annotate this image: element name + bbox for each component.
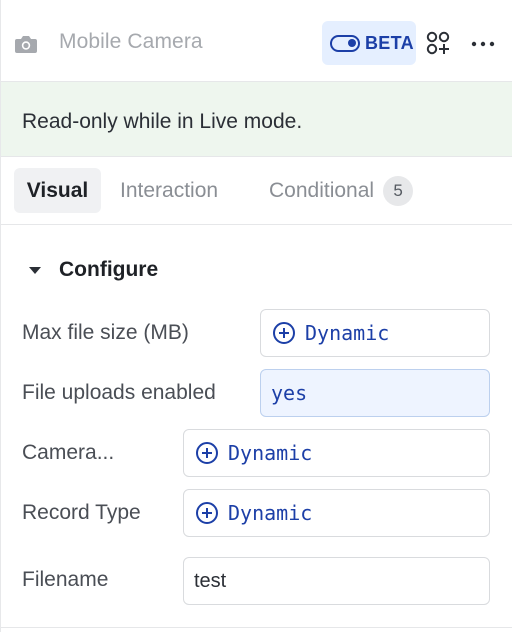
configure-section-toggle[interactable]: Configure: [29, 258, 158, 282]
tab-conditional[interactable]: Conditional 5: [269, 168, 414, 213]
count-badge: 5: [383, 175, 414, 206]
more-horizontal-icon[interactable]: [471, 41, 495, 47]
panel-header: Mobile Camera BETA: [1, 0, 512, 82]
component-title: Mobile Camera: [59, 30, 203, 53]
field-label-max-file-size: Max file size (MB): [22, 321, 189, 344]
toggle-icon: [330, 34, 360, 52]
field-value: yes: [271, 381, 308, 405]
plus-circle-icon: [196, 442, 218, 464]
field-label-camera: Camera...: [22, 441, 115, 464]
inspector-panel: Mobile Camera BETA Read-only while in Li…: [0, 0, 512, 632]
tab-conditional-label: Conditional: [269, 178, 375, 202]
tab-visual[interactable]: Visual: [14, 168, 101, 213]
camera-input[interactable]: Dynamic: [183, 429, 490, 477]
beta-toggle-button[interactable]: BETA: [322, 21, 416, 65]
live-mode-banner: Read-only while in Live mode.: [1, 82, 512, 157]
field-label-record-type: Record Type: [22, 501, 141, 524]
plus-circle-icon: [273, 322, 295, 344]
beta-label: BETA: [365, 32, 414, 53]
camera-icon: [15, 36, 37, 53]
record-type-input[interactable]: Dynamic: [183, 489, 490, 537]
field-value: Dynamic: [228, 501, 313, 525]
filename-input[interactable]: test: [183, 557, 490, 605]
banner-text: Read-only while in Live mode.: [22, 110, 303, 133]
tab-interaction[interactable]: Interaction: [120, 168, 218, 213]
section-title: Configure: [59, 258, 159, 281]
field-value: Dynamic: [305, 321, 390, 345]
field-label-file-uploads-enabled: File uploads enabled: [22, 381, 216, 404]
caret-down-icon: [29, 266, 41, 274]
plus-circle-icon: [196, 502, 218, 524]
add-component-icon[interactable]: [425, 30, 451, 56]
file-uploads-enabled-input[interactable]: yes: [260, 369, 490, 417]
max-file-size-input[interactable]: Dynamic: [260, 309, 490, 357]
field-value: test: [194, 569, 227, 592]
field-value: Dynamic: [228, 441, 313, 465]
field-label-filename: Filename: [22, 568, 109, 591]
divider: [1, 627, 512, 628]
tab-bar: Visual Interaction Conditional 5: [1, 157, 512, 225]
